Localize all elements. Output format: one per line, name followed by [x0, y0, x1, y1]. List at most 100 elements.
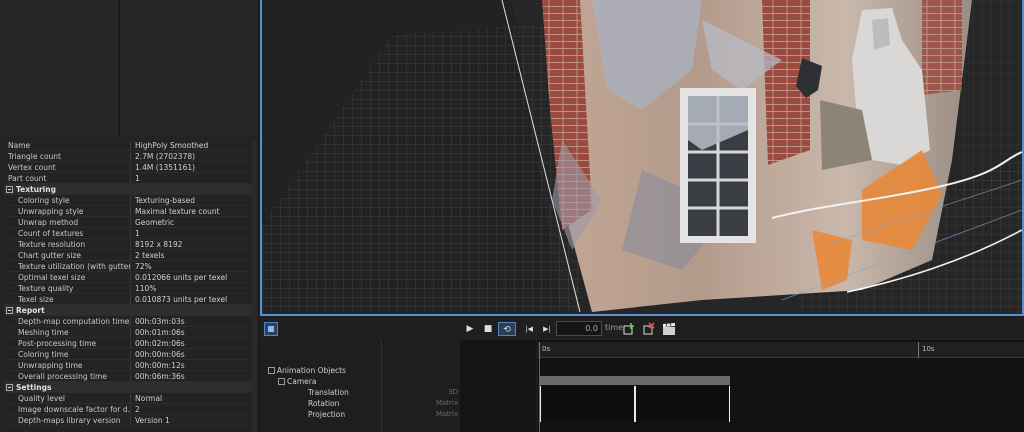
property-key: Image downscale factor for d...	[18, 405, 130, 414]
tree-camera[interactable]: Camera	[278, 377, 316, 386]
property-key-text: Texture resolution	[18, 240, 86, 249]
property-key: Coloring style	[18, 196, 130, 205]
playback-toolbar: ▶ ■ ⟲ |◀ ▶| 0.0 time	[260, 318, 1024, 340]
property-row[interactable]: Texture resolution 8192 x 8192	[4, 239, 252, 250]
property-row[interactable]: Part count 1	[4, 173, 252, 184]
property-key: Optimal texel size	[18, 273, 130, 282]
property-row[interactable]: Optimal texel size 0.012066 units per tex…	[4, 272, 252, 283]
property-row[interactable]: Chart gutter size 2 texels	[4, 250, 252, 261]
property-row[interactable]: Image downscale factor for d... 2	[4, 404, 252, 415]
property-row[interactable]: Meshing time 00h:01m:06s	[4, 327, 252, 338]
property-key-text: Texel size	[18, 295, 54, 304]
keyframe-marker[interactable]	[634, 386, 636, 422]
property-key: Overall processing time	[18, 372, 130, 381]
property-row[interactable]: Depth-map computation time 00h:03m:03s	[4, 316, 252, 327]
property-row[interactable]: Unwrap method Geometric	[4, 217, 252, 228]
loop-button[interactable]: ⟲	[498, 322, 516, 336]
property-row[interactable]: Count of textures 1	[4, 228, 252, 239]
property-row[interactable]: Depth-maps library version Version 1	[4, 415, 252, 426]
next-keyframe-button[interactable]: ▶|	[540, 322, 554, 336]
property-value: 2.7M (2702378)	[130, 152, 252, 161]
section-label: Texturing	[6, 185, 126, 194]
property-value: 00h:01m:06s	[130, 328, 252, 337]
property-key: Texture utilization (with gutter)	[18, 262, 130, 271]
camera-track-bar[interactable]	[540, 376, 730, 385]
property-key: Texture resolution	[18, 240, 130, 249]
property-key: Vertex count	[8, 163, 128, 172]
property-key: Unwrapping style	[18, 207, 130, 216]
property-key: Name	[8, 141, 128, 150]
playhead[interactable]	[539, 358, 540, 432]
tree-animation-objects[interactable]: Animation Objects	[268, 366, 346, 375]
property-row[interactable]: Post-processing time 00h:02m:06s	[4, 338, 252, 349]
ruler-label-start: 0s	[542, 345, 551, 353]
property-key-text: Overall processing time	[18, 372, 107, 381]
collapse-icon[interactable]	[268, 367, 275, 374]
tree-projection[interactable]: Projection	[308, 410, 345, 419]
play-button[interactable]: ▶	[464, 322, 476, 336]
property-section[interactable]: Settings	[4, 382, 252, 393]
property-key-text: Part count	[8, 174, 47, 183]
property-row[interactable]: Unwrapping time 00h:00m:12s	[4, 360, 252, 371]
property-row[interactable]: Texture quality 110%	[4, 283, 252, 294]
property-row[interactable]: Triangle count 2.7M (2702378)	[4, 151, 252, 162]
property-value: Normal	[130, 394, 252, 403]
property-value: Geometric	[130, 218, 252, 227]
property-row[interactable]: Texel size 0.010873 units per texel	[4, 294, 252, 305]
3d-viewport[interactable]	[260, 0, 1024, 316]
property-section[interactable]: Texturing	[4, 184, 252, 195]
thumbnail-divider	[118, 0, 120, 136]
channel-type-projection: Matrix	[435, 410, 458, 418]
property-row[interactable]: Coloring time 00h:00m:06s	[4, 349, 252, 360]
property-value: 1.4M (1351161)	[130, 163, 252, 172]
collapse-icon[interactable]	[6, 384, 13, 391]
camera-view-button[interactable]	[264, 322, 278, 336]
property-key: Post-processing time	[18, 339, 130, 348]
delete-keyframe-icon[interactable]	[642, 322, 656, 336]
animation-tree: Animation Objects Camera Translation Rot…	[260, 340, 382, 432]
property-key-text: Report	[16, 306, 45, 315]
collapse-icon[interactable]	[6, 307, 13, 314]
ruler-label-10s: 10s	[922, 345, 935, 353]
property-row[interactable]: Texture utilization (with gutter) 72%	[4, 261, 252, 272]
property-key: Part count	[8, 174, 128, 183]
animation-panel: Animation Objects Camera Translation Rot…	[260, 340, 1024, 432]
collapse-icon[interactable]	[278, 378, 285, 385]
add-keyframe-icon[interactable]	[622, 322, 636, 336]
property-section[interactable]: Report	[4, 305, 252, 316]
property-value: 00h:03m:03s	[130, 317, 252, 326]
clapperboard-icon[interactable]	[662, 322, 676, 336]
section-label: Report	[6, 306, 126, 315]
property-value: 2	[130, 405, 252, 414]
property-row[interactable]: Name HighPoly Smoothed	[4, 140, 252, 151]
property-key-text: Coloring style	[18, 196, 70, 205]
time-ruler[interactable]: 0s 10s	[538, 342, 1024, 358]
channel-type-rotation: Matrix	[435, 399, 458, 407]
property-value: 00h:00m:12s	[130, 361, 252, 370]
property-value: 110%	[130, 284, 252, 293]
property-row[interactable]: Unwrapping style Maximal texture count	[4, 206, 252, 217]
property-value: HighPoly Smoothed	[130, 141, 252, 150]
property-row[interactable]: Vertex count 1.4M (1351161)	[4, 162, 252, 173]
timeline[interactable]: 0s 10s	[538, 340, 1024, 432]
property-row[interactable]: Quality level Normal	[4, 393, 252, 404]
property-value: 0.010873 units per texel	[130, 295, 252, 304]
property-key: Depth-map computation time	[18, 317, 130, 326]
property-value: 1	[130, 174, 252, 183]
tree-rotation[interactable]: Rotation	[308, 399, 339, 408]
tree-translation[interactable]: Translation	[308, 388, 349, 397]
previous-keyframe-button[interactable]: |◀	[522, 322, 536, 336]
property-row[interactable]: Overall processing time 00h:06m:36s	[4, 371, 252, 382]
time-input[interactable]: 0.0	[556, 321, 602, 336]
property-key-text: Coloring time	[18, 350, 69, 359]
property-key-text: Optimal texel size	[18, 273, 86, 282]
property-key-text: Quality level	[18, 394, 66, 403]
property-key-text: Count of textures	[18, 229, 84, 238]
stop-button[interactable]: ■	[482, 322, 494, 336]
property-key: Triangle count	[8, 152, 128, 161]
property-value: Version 1	[130, 416, 252, 425]
properties-scrollbar[interactable]	[252, 140, 257, 432]
property-row[interactable]: Coloring style Texturing-based	[4, 195, 252, 206]
property-key: Texture quality	[18, 284, 130, 293]
collapse-icon[interactable]	[6, 186, 13, 193]
